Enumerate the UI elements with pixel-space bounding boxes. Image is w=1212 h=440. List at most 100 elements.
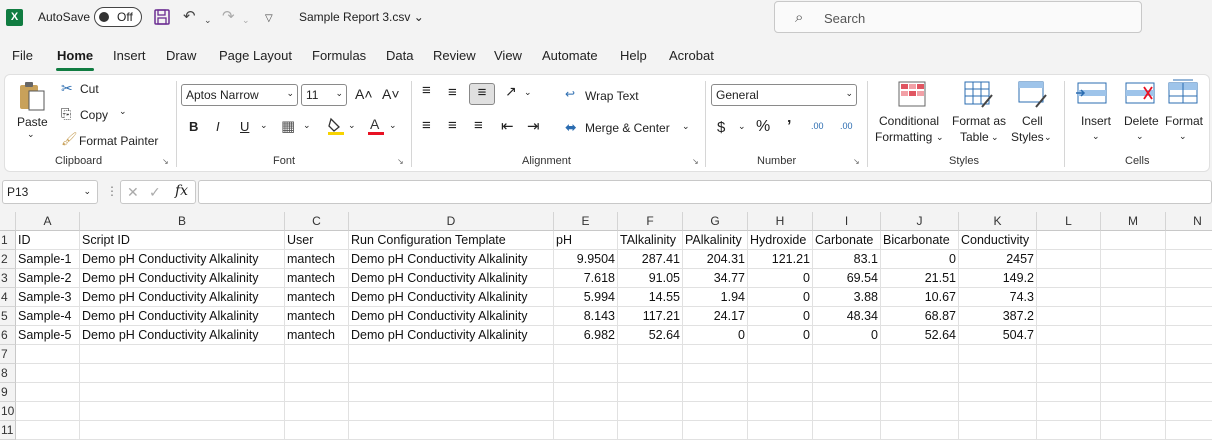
cell-K11[interactable]: [959, 421, 1037, 440]
cell-I7[interactable]: [813, 345, 881, 364]
cell-I3[interactable]: 69.54: [813, 269, 881, 288]
cell-A1[interactable]: ID: [16, 231, 80, 250]
cell-D11[interactable]: [349, 421, 554, 440]
cell-I1[interactable]: Carbonate: [813, 231, 881, 250]
cell-C2[interactable]: mantech: [285, 250, 349, 269]
row-header-11[interactable]: 11: [0, 421, 16, 440]
cell-H4[interactable]: 0: [748, 288, 813, 307]
cell-E10[interactable]: [554, 402, 618, 421]
cell-D6[interactable]: Demo pH Conductivity Alkalinity: [349, 326, 554, 345]
cell-N6[interactable]: [1166, 326, 1212, 345]
cell-I10[interactable]: [813, 402, 881, 421]
cell-L2[interactable]: [1037, 250, 1101, 269]
cell-N1[interactable]: [1166, 231, 1212, 250]
cell-E1[interactable]: pH: [554, 231, 618, 250]
save-icon[interactable]: [153, 8, 171, 31]
insert-cells-button[interactable]: Insert: [1081, 114, 1111, 128]
cell-C7[interactable]: [285, 345, 349, 364]
cell-M6[interactable]: [1101, 326, 1166, 345]
cell-A8[interactable]: [16, 364, 80, 383]
cell-F11[interactable]: [618, 421, 683, 440]
font-size-combo[interactable]: 11 ⌄: [301, 84, 347, 106]
tab-insert[interactable]: Insert: [113, 48, 146, 63]
enter-icon[interactable]: ✓: [149, 184, 161, 201]
cell-H11[interactable]: [748, 421, 813, 440]
cell-C8[interactable]: [285, 364, 349, 383]
copy-dropdown-icon[interactable]: ⌄: [119, 106, 127, 117]
cell-L10[interactable]: [1037, 402, 1101, 421]
cell-J10[interactable]: [881, 402, 959, 421]
insert-function-icon[interactable]: fx: [175, 183, 188, 199]
cell-B10[interactable]: [80, 402, 285, 421]
cell-G11[interactable]: [683, 421, 748, 440]
cell-M7[interactable]: [1101, 345, 1166, 364]
cell-M11[interactable]: [1101, 421, 1166, 440]
customize-toolbar-icon[interactable]: ▽: [265, 10, 273, 28]
cell-F8[interactable]: [618, 364, 683, 383]
cell-K1[interactable]: Conductivity: [959, 231, 1037, 250]
alignment-launcher-icon[interactable]: ↘: [692, 157, 699, 166]
cell-F3[interactable]: 91.05: [618, 269, 683, 288]
format-dropdown-icon[interactable]: ⌄: [1179, 131, 1187, 142]
cell-I2[interactable]: 83.1: [813, 250, 881, 269]
row-header-4[interactable]: 4: [0, 288, 16, 307]
redo-dropdown-icon[interactable]: ⌄: [242, 11, 250, 29]
format-painter-button[interactable]: Format Painter: [79, 134, 158, 148]
conditional-dropdown-icon[interactable]: ⌄: [936, 132, 944, 143]
cell-E8[interactable]: [554, 364, 618, 383]
more-options-icon[interactable]: ⋮: [106, 184, 118, 198]
fill-color-dropdown-icon[interactable]: ⌄: [348, 120, 356, 131]
column-header-f[interactable]: F: [618, 212, 683, 231]
cell-A7[interactable]: [16, 345, 80, 364]
cell-F6[interactable]: 52.64: [618, 326, 683, 345]
autosave-toggle[interactable]: Off: [94, 7, 142, 27]
align-top-icon[interactable]: ≡: [422, 82, 431, 99]
redo-icon[interactable]: ↷: [222, 8, 235, 26]
cell-H9[interactable]: [748, 383, 813, 402]
tab-formulas[interactable]: Formulas: [312, 48, 366, 63]
tab-review[interactable]: Review: [433, 48, 476, 63]
currency-dropdown-icon[interactable]: ⌄: [738, 121, 746, 132]
clipboard-launcher-icon[interactable]: ↘: [162, 157, 169, 166]
cell-K5[interactable]: 387.2: [959, 307, 1037, 326]
cell-N4[interactable]: [1166, 288, 1212, 307]
column-header-k[interactable]: K: [959, 212, 1037, 231]
percent-button[interactable]: %: [756, 118, 770, 136]
tab-file[interactable]: File: [12, 48, 33, 63]
increase-indent-icon[interactable]: ⇥: [527, 117, 540, 135]
tab-automate[interactable]: Automate: [542, 48, 598, 63]
column-header-h[interactable]: H: [748, 212, 813, 231]
formula-input[interactable]: [198, 180, 1212, 204]
paste-button[interactable]: Paste: [17, 115, 48, 129]
format-as-table-line1[interactable]: Format as: [952, 114, 1006, 128]
cell-D2[interactable]: Demo pH Conductivity Alkalinity: [349, 250, 554, 269]
bold-button[interactable]: B: [189, 119, 198, 134]
column-header-d[interactable]: D: [349, 212, 554, 231]
cell-I8[interactable]: [813, 364, 881, 383]
cell-F7[interactable]: [618, 345, 683, 364]
align-middle-icon[interactable]: ≡: [448, 84, 457, 101]
column-header-b[interactable]: B: [80, 212, 285, 231]
row-header-9[interactable]: 9: [0, 383, 16, 402]
undo-dropdown-icon[interactable]: ⌄: [204, 11, 212, 29]
cell-C1[interactable]: User: [285, 231, 349, 250]
cell-K2[interactable]: 2457: [959, 250, 1037, 269]
align-left-icon[interactable]: ≡: [422, 117, 431, 134]
merge-dropdown-icon[interactable]: ⌄: [682, 121, 690, 132]
cell-M2[interactable]: [1101, 250, 1166, 269]
cell-N11[interactable]: [1166, 421, 1212, 440]
align-right-icon[interactable]: ≡: [474, 117, 483, 134]
font-launcher-icon[interactable]: ↘: [397, 157, 404, 166]
cell-N3[interactable]: [1166, 269, 1212, 288]
cell-A5[interactable]: Sample-4: [16, 307, 80, 326]
cell-B7[interactable]: [80, 345, 285, 364]
cell-F4[interactable]: 14.55: [618, 288, 683, 307]
column-header-n[interactable]: N: [1166, 212, 1212, 231]
row-header-7[interactable]: 7: [0, 345, 16, 364]
cell-N7[interactable]: [1166, 345, 1212, 364]
cell-L11[interactable]: [1037, 421, 1101, 440]
cell-L8[interactable]: [1037, 364, 1101, 383]
cell-K3[interactable]: 149.2: [959, 269, 1037, 288]
cell-H7[interactable]: [748, 345, 813, 364]
cell-E7[interactable]: [554, 345, 618, 364]
